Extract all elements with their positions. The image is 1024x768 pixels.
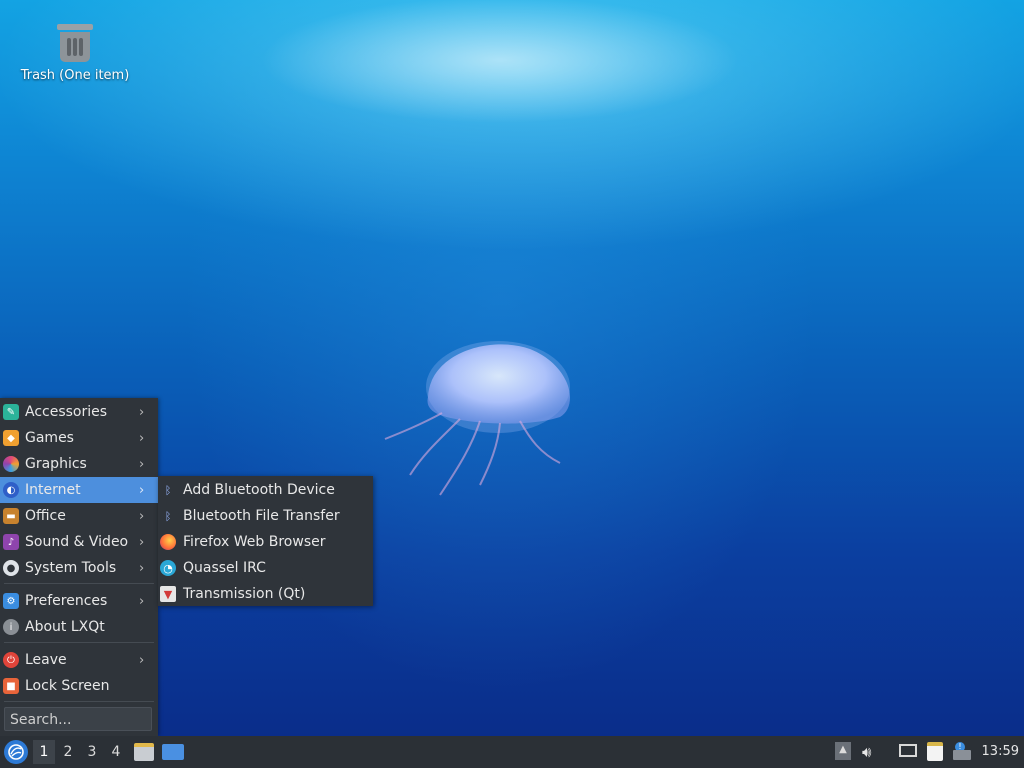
submenu-item-label: Firefox Web Browser <box>183 534 326 550</box>
network-icon[interactable] <box>899 742 919 762</box>
submenu-item-add-bluetooth-device[interactable]: ᛒ Add Bluetooth Device <box>158 477 373 503</box>
chevron-right-icon: › <box>139 482 145 498</box>
menu-item-system-tools[interactable]: ● System Tools › <box>0 555 158 581</box>
menu-item-preferences[interactable]: ⚙ Preferences › <box>0 588 158 614</box>
submenu-item-quassel-irc[interactable]: ◔ Quassel IRC <box>158 555 373 581</box>
menu-item-label: Games <box>25 430 74 446</box>
desktop-switch-4[interactable]: 4 <box>105 740 127 764</box>
lubuntu-logo-icon <box>8 744 24 760</box>
sound-video-icon: ♪ <box>3 534 19 550</box>
preferences-icon: ⚙ <box>3 593 19 609</box>
bluetooth-icon: ᛒ <box>164 509 172 523</box>
submenu-item-label: Add Bluetooth Device <box>183 482 335 498</box>
menu-item-label: Preferences <box>25 593 108 609</box>
chevron-right-icon: › <box>139 456 145 472</box>
menu-item-internet[interactable]: ◐ Internet › <box>0 477 158 503</box>
desktop-switch-2[interactable]: 2 <box>57 740 79 764</box>
internet-icon: ◐ <box>3 482 19 498</box>
graphics-icon <box>3 456 19 472</box>
taskbar: 1 2 3 4 ▲ 🔊︎ ! 13:59 <box>0 736 1024 768</box>
menu-separator <box>4 701 154 702</box>
submenu-item-firefox[interactable]: Firefox Web Browser <box>158 529 373 555</box>
menu-item-label: Office <box>25 508 66 524</box>
menu-item-label: Lock Screen <box>25 678 110 694</box>
tray-up-arrow-icon: ▲ <box>835 742 851 760</box>
update-notifier-icon[interactable]: ! <box>953 742 975 762</box>
chevron-right-icon: › <box>139 593 145 609</box>
menu-item-label: Internet <box>25 482 81 498</box>
clipboard-icon[interactable] <box>927 742 947 762</box>
desktop-switch-3[interactable]: 3 <box>81 740 103 764</box>
bluetooth-icon: ᛒ <box>164 483 172 497</box>
menu-search-input[interactable]: Search... <box>4 707 152 731</box>
volume-icon[interactable]: 🔊︎ <box>862 742 882 762</box>
chevron-right-icon: › <box>139 430 145 446</box>
menu-item-sound-video[interactable]: ♪ Sound & Video › <box>0 529 158 555</box>
menu-item-label: System Tools <box>25 560 117 576</box>
menu-separator <box>4 642 154 643</box>
submenu-item-label: Transmission (Qt) <box>183 586 306 602</box>
tray-expand-button[interactable]: ▲ <box>835 742 851 762</box>
show-desktop-icon <box>162 744 184 760</box>
menu-item-label: About LXQt <box>25 619 105 635</box>
accessories-icon: ✎ <box>3 404 19 420</box>
office-icon: ▬ <box>3 508 19 524</box>
system-tools-icon: ● <box>3 560 19 576</box>
chevron-right-icon: › <box>139 508 145 524</box>
taskbar-clock[interactable]: 13:59 <box>982 736 1019 768</box>
submenu-item-bluetooth-file-transfer[interactable]: ᛒ Bluetooth File Transfer <box>158 503 373 529</box>
games-icon: ◆ <box>3 430 19 446</box>
file-manager-icon <box>134 743 154 761</box>
menu-item-label: Leave <box>25 652 67 668</box>
menu-item-label: Accessories <box>25 404 108 420</box>
menu-item-label: Graphics <box>25 456 87 472</box>
menu-item-about-lxqt[interactable]: i About LXQt <box>0 614 158 640</box>
power-icon: ⏻ <box>3 652 19 668</box>
application-menu: ✎ Accessories › ◆ Games › Graphics › ◐ I… <box>0 398 158 736</box>
menu-item-accessories[interactable]: ✎ Accessories › <box>0 399 158 425</box>
menu-item-graphics[interactable]: Graphics › <box>0 451 158 477</box>
desktop-trash[interactable]: Trash (One item) <box>16 22 134 83</box>
internet-submenu: ᛒ Add Bluetooth Device ᛒ Bluetooth File … <box>158 476 373 606</box>
menu-item-office[interactable]: ▬ Office › <box>0 503 158 529</box>
submenu-item-transmission[interactable]: ▼ Transmission (Qt) <box>158 581 373 607</box>
start-menu-button[interactable] <box>4 740 28 764</box>
chevron-right-icon: › <box>139 652 145 668</box>
trash-icon <box>57 22 93 62</box>
menu-item-games[interactable]: ◆ Games › <box>0 425 158 451</box>
lock-icon: ■ <box>3 678 19 694</box>
menu-separator <box>4 583 154 584</box>
desktop-switch-1[interactable]: 1 <box>33 740 55 764</box>
quassel-icon: ◔ <box>160 560 176 576</box>
file-manager-launcher[interactable] <box>134 742 154 762</box>
firefox-icon <box>160 534 176 550</box>
menu-item-leave[interactable]: ⏻ Leave › <box>0 647 158 673</box>
submenu-item-label: Bluetooth File Transfer <box>183 508 340 524</box>
chevron-right-icon: › <box>139 560 145 576</box>
menu-item-label: Sound & Video <box>25 534 129 550</box>
chevron-right-icon: › <box>139 404 145 420</box>
menu-item-lock-screen[interactable]: ■ Lock Screen <box>0 673 158 699</box>
show-desktop-button[interactable] <box>162 742 184 762</box>
desktop-trash-label: Trash (One item) <box>20 68 130 83</box>
chevron-right-icon: › <box>139 534 145 550</box>
submenu-item-label: Quassel IRC <box>183 560 266 576</box>
info-icon: i <box>3 619 19 635</box>
transmission-icon: ▼ <box>160 586 176 602</box>
jellyfish-wallpaper-art <box>384 341 570 496</box>
